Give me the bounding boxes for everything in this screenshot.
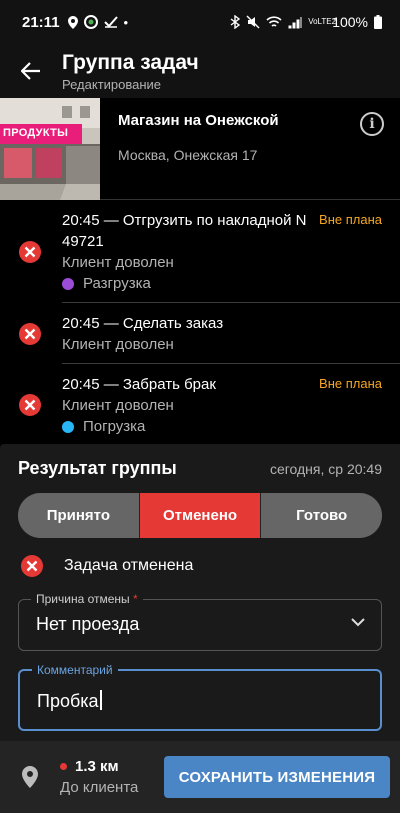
task-list: 20:45 — Отгрузить по накладной N 49721 К… bbox=[0, 200, 400, 445]
option-accepted[interactable]: Принято bbox=[18, 493, 139, 538]
result-time: сегодня, ср 20:49 bbox=[269, 461, 382, 477]
tag-dot bbox=[62, 420, 74, 433]
unplanned-badge: Вне плана bbox=[319, 376, 382, 391]
status-notification-icons: • bbox=[67, 14, 129, 30]
result-status-text: Задача отменена bbox=[64, 557, 194, 574]
store-address: Москва, Онежская 17 bbox=[118, 147, 258, 163]
cancelled-icon bbox=[19, 240, 41, 263]
group-result-panel: Результат группы сегодня, ср 20:49 Приня… bbox=[0, 444, 400, 741]
task-item[interactable]: 20:45 — Забрать брак Клиент доволен Погр… bbox=[0, 364, 400, 445]
task-description: Клиент доволен bbox=[62, 336, 174, 353]
distance-label: До клиента bbox=[60, 779, 139, 796]
status-time: 21:11 bbox=[22, 13, 60, 31]
result-title: Результат группы bbox=[18, 458, 177, 478]
comment-text: Пробка bbox=[37, 691, 99, 711]
comment-input-value[interactable]: Пробка bbox=[37, 690, 102, 712]
cancelled-icon bbox=[19, 393, 41, 416]
task-item[interactable]: 20:45 — Сделать заказ Клиент доволен bbox=[0, 303, 400, 364]
store-sign-text: ПРОДУКТЫ bbox=[3, 127, 69, 139]
task-description: Клиент доволен bbox=[62, 397, 174, 414]
task-tag: Разгрузка bbox=[62, 273, 382, 294]
status-system-icons: VoLTE2 100% bbox=[230, 14, 382, 30]
page-title: Группа задач bbox=[62, 50, 199, 74]
save-changes-button[interactable]: СОХРАНИТЬ ИЗМЕНЕНИЯ bbox=[164, 756, 390, 798]
wifi-icon bbox=[266, 15, 282, 27]
signal-icon bbox=[288, 16, 302, 28]
cancelled-icon bbox=[21, 555, 43, 577]
unplanned-badge: Вне плана bbox=[319, 212, 382, 227]
battery-icon bbox=[374, 15, 382, 29]
required-mark: * bbox=[133, 592, 138, 606]
store-photo: ПРОДУКТЫ bbox=[0, 98, 100, 200]
task-title: 20:45 — Сделать заказ bbox=[62, 315, 224, 332]
location-status-icon bbox=[67, 15, 78, 29]
app-status-icon bbox=[83, 15, 98, 29]
cancel-reason-label-text: Причина отмены bbox=[36, 592, 130, 606]
app-bar: Группа задач Редактирование bbox=[0, 44, 400, 98]
option-done[interactable]: Готово bbox=[261, 493, 382, 538]
task-tag-label: Погрузка bbox=[83, 418, 146, 435]
bluetooth-icon bbox=[230, 15, 241, 29]
dot-status-icon: • bbox=[123, 14, 129, 30]
result-segmented-control: Принято Отменено Готово bbox=[18, 493, 382, 538]
status-bar: 21:11 • VoLTE2 100% bbox=[0, 0, 400, 44]
task-tag-label: Разгрузка bbox=[83, 275, 151, 292]
task-tag: Погрузка bbox=[62, 416, 382, 437]
network-label: VoLTE2 bbox=[308, 17, 337, 26]
option-cancelled[interactable]: Отменено bbox=[138, 493, 262, 538]
store-card[interactable]: ПРОДУКТЫ Магазин на Онежской Москва, Оне… bbox=[0, 98, 400, 200]
task-description: Клиент доволен bbox=[62, 254, 174, 271]
tag-dot bbox=[62, 277, 74, 290]
task-item[interactable]: 20:45 — Отгрузить по накладной N 49721 К… bbox=[0, 200, 400, 303]
comment-field[interactable]: Комментарий Пробка bbox=[18, 663, 382, 731]
comment-label: Комментарий bbox=[32, 663, 118, 677]
distance-value: 1.3 км bbox=[75, 758, 119, 775]
arrow-back-icon bbox=[21, 62, 40, 80]
check-status-icon bbox=[103, 16, 118, 28]
chevron-down-icon bbox=[351, 618, 365, 627]
bottom-bar: 1.3 км До клиента СОХРАНИТЬ ИЗМЕНЕНИЯ bbox=[0, 741, 400, 813]
mute-icon bbox=[246, 15, 260, 29]
store-name: Магазин на Онежской bbox=[118, 112, 279, 129]
cancelled-icon bbox=[19, 322, 41, 345]
page-subtitle: Редактирование bbox=[62, 76, 162, 92]
cancel-reason-value: Нет проезда bbox=[36, 614, 140, 634]
cancel-reason-select[interactable]: Причина отмены * Нет проезда bbox=[18, 592, 382, 651]
info-icon[interactable]: i bbox=[360, 112, 384, 136]
result-status: Задача отменена bbox=[0, 538, 400, 578]
battery-level: 100% bbox=[332, 14, 368, 30]
back-button[interactable] bbox=[0, 62, 62, 80]
distance-indicator bbox=[60, 763, 67, 770]
text-cursor bbox=[99, 690, 102, 710]
location-pin-icon bbox=[0, 766, 60, 788]
cancel-reason-label: Причина отмены * bbox=[31, 592, 143, 606]
